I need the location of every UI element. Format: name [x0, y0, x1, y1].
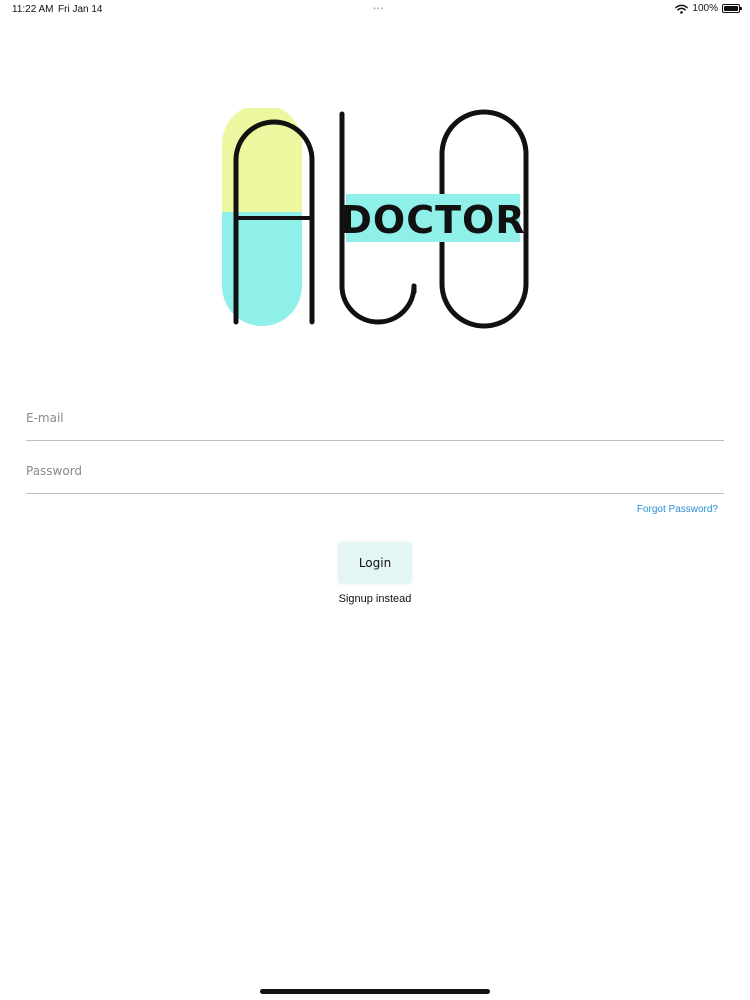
logo-doctor-text: DOCTOR: [340, 198, 525, 242]
login-button[interactable]: Login: [338, 542, 412, 584]
home-indicator[interactable]: [260, 989, 490, 994]
email-field[interactable]: [26, 411, 724, 425]
wifi-icon: [675, 4, 689, 14]
password-field-container: [26, 449, 724, 494]
status-date: Fri Jan 14: [58, 4, 103, 15]
battery-fill: [724, 6, 738, 11]
app-logo: DOCTOR: [220, 108, 532, 330]
forgot-password-link[interactable]: Forgot Password?: [637, 504, 718, 515]
multitasking-dots-icon: •••: [373, 4, 385, 13]
battery-icon: [722, 4, 742, 13]
signup-instead-link[interactable]: Signup instead: [0, 593, 750, 605]
login-screen: 11:22 AM Fri Jan 14 ••• 100% DOCTOR E-ma…: [0, 0, 750, 1000]
battery-percentage: 100%: [692, 3, 718, 14]
password-field[interactable]: [26, 464, 724, 478]
status-right: 100%: [675, 3, 742, 14]
status-time: 11:22 AM: [12, 4, 54, 15]
status-bar: 11:22 AM Fri Jan 14 ••• 100%: [0, 0, 750, 20]
email-field-container: [26, 396, 724, 441]
